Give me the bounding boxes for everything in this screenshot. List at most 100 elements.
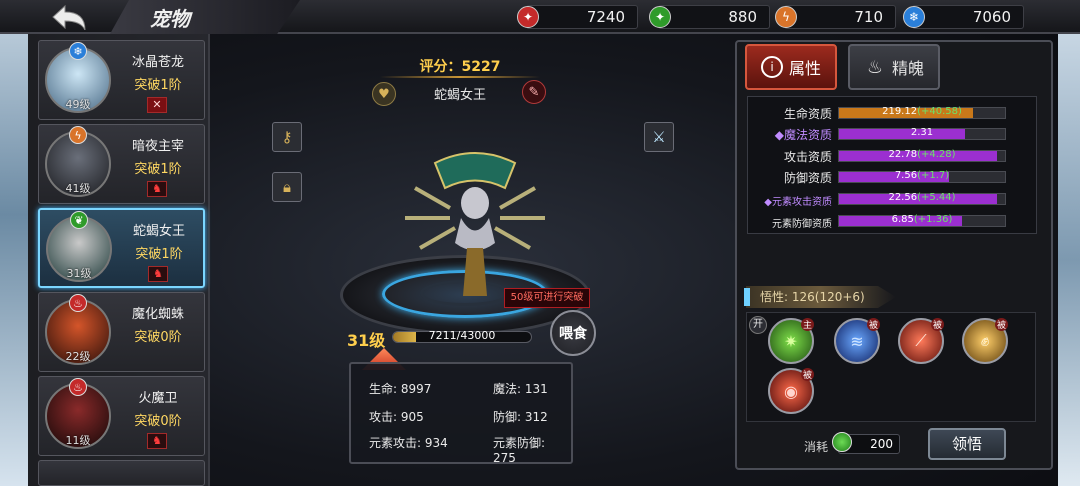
pet-stats-box: 生命: 8997 魔法: 131 攻击: 905 防御: 312 元素攻击: 9… — [349, 362, 573, 465]
close-badge-icon[interactable]: ✕ — [147, 97, 167, 113]
skill-tag: 主 — [800, 318, 814, 331]
pet-model-scorpion-queen — [405, 152, 545, 296]
lock-icon: 🔒︎ — [283, 178, 291, 196]
aptitude-row-attack: 攻击资质 22.78(+4.28) — [748, 146, 1038, 166]
aptitude-bonus: (+40.58) — [917, 106, 962, 117]
resource-value: 7240 — [586, 8, 625, 26]
wisdom-marker — [744, 288, 750, 306]
pet-level: 49级 — [65, 98, 91, 111]
pet-card-demon-spider[interactable]: ♨ 22级 魔化蜘蛛 突破0阶 — [38, 292, 205, 372]
rename-feather-icon[interactable]: ✎ — [522, 80, 546, 104]
info-icon: i — [760, 56, 783, 78]
aptitude-value: 22.78(+4.28) — [838, 149, 1006, 160]
open-tag[interactable]: 开 — [749, 316, 767, 334]
aptitude-label: 生命资质 — [783, 107, 832, 121]
tab-label: 精魄 — [891, 59, 924, 78]
green-star-skill-icon: ✷ — [784, 331, 798, 351]
exp-text: 7211/43000 — [428, 329, 496, 342]
skill-slot-4[interactable]: ✊︎ 被 — [962, 318, 1008, 364]
pet-stage: 突破1阶 — [134, 78, 182, 93]
pet-level: 31级 — [66, 267, 92, 280]
aptitude-label: 防御资质 — [783, 171, 832, 185]
aptitude-bonus: (+1.7) — [917, 170, 950, 181]
stat-defense: 防御: 312 — [493, 410, 548, 424]
pet-stage: 突破1阶 — [135, 247, 183, 262]
scenery-right-edge — [1058, 34, 1080, 486]
pet-level: 41级 — [65, 182, 91, 195]
equipment-button[interactable]: ⚔ — [644, 122, 674, 152]
back-button[interactable] — [36, 0, 106, 34]
comprehend-button[interactable]: 领悟 — [928, 428, 1006, 460]
skill-tag: 被 — [930, 318, 944, 331]
pet-name: 暗夜主宰 — [131, 139, 184, 154]
pet-card-dark-lord[interactable]: ϟ 41级 暗夜主宰 突破1阶 ♞ — [38, 124, 205, 204]
aptitude-base: 2.31 — [910, 127, 934, 138]
aptitude-row-element-defense: 元素防御资质 6.85(+1.36) — [748, 211, 1038, 231]
aptitude-label: ◆魔法资质 — [774, 128, 832, 142]
aptitude-bonus: (+5.44) — [917, 192, 956, 203]
pet-level: 22级 — [65, 350, 91, 363]
aptitude-row-element-attack: ◆元素攻击资质 22.56(+5.44) — [748, 189, 1038, 209]
tab-label: 属性 — [788, 59, 821, 78]
key-icon: ⚷ — [281, 128, 293, 146]
skill-slot-2[interactable]: ≋ 被 — [834, 318, 880, 364]
blue-claw-skill-icon: ≋ — [850, 331, 864, 351]
back-arrow-icon — [52, 4, 86, 30]
resource-green-gem: ✦ 880 — [649, 5, 770, 29]
red-orb-skill-icon: ◉ — [784, 381, 798, 401]
pet-display-name: 蛇蝎女王 — [433, 88, 486, 103]
resource-lightning: ϟ 710 — [775, 5, 896, 29]
aptitude-base: 219.12 — [882, 106, 918, 117]
pet-name: 火魔卫 — [138, 391, 178, 406]
aptitude-base: 22.56 — [888, 192, 918, 203]
aptitude-label: 攻击资质 — [783, 150, 832, 164]
skill-slot-3[interactable]: ⟋ 被 — [898, 318, 944, 364]
sword-icon: ⚔ — [652, 128, 666, 146]
skill-slot-5[interactable]: ◉ 被 — [768, 368, 814, 414]
aptitude-bonus: (+1.36) — [913, 214, 953, 225]
snowflake-icon: ❄ — [69, 42, 87, 60]
resource-value: 880 — [728, 8, 757, 26]
aptitude-row-mp: ◆魔法资质 2.31 — [748, 124, 1038, 144]
fire-icon: ♨ — [69, 294, 87, 312]
key-button[interactable]: ⚷ — [272, 122, 302, 152]
heart-icon[interactable]: ♥ — [372, 82, 396, 106]
resource-value: 710 — [854, 8, 883, 26]
aptitude-label: ◆元素攻击资质 — [764, 197, 832, 208]
page-title: 宠物 — [150, 6, 190, 31]
pet-card-scorpion-queen[interactable]: ❦ 31级 蛇蝎女王 突破1阶 ♞ — [38, 208, 205, 288]
red-slash-skill-icon: ⟋ — [915, 331, 927, 350]
stat-attack: 攻击: 905 — [369, 410, 424, 424]
pet-stage: 突破0阶 — [134, 414, 182, 429]
cost-label: 消耗 — [804, 440, 829, 454]
stat-element-attack: 元素攻击: 934 — [369, 436, 448, 450]
lock-button[interactable]: 🔒︎ — [272, 172, 302, 202]
pet-level-display: 31级 — [347, 331, 386, 350]
aptitude-base: 22.78 — [888, 149, 918, 160]
demon-badge-icon: ♞ — [148, 266, 168, 282]
green-gem-icon: ✦ — [649, 6, 671, 28]
aptitude-row-hp: 生命资质 219.12(+40.58) — [748, 103, 1038, 123]
aptitude-base: 7.56 — [894, 170, 918, 181]
skill-slot-1[interactable]: ✷ 主 — [768, 318, 814, 364]
score-divider — [380, 76, 540, 78]
tab-attributes[interactable]: i 属性 — [745, 44, 837, 90]
pet-card-partial[interactable] — [38, 460, 205, 486]
stat-element-defense: 元素防御: 275 — [493, 436, 546, 465]
scenery-left-edge — [0, 34, 28, 486]
pet-name: 魔化蜘蛛 — [131, 307, 184, 322]
skill-tag: 被 — [800, 368, 814, 381]
tab-spirit[interactable]: ♨ 精魄 — [848, 44, 940, 90]
aptitude-bonus: (+4.28) — [917, 149, 956, 160]
fist-skill-icon: ✊︎ — [980, 331, 990, 350]
demon-badge-icon: ♞ — [147, 181, 167, 197]
pet-card-ice-dragon[interactable]: ❄ 49级 冰晶苍龙 突破1阶 ✕ — [38, 40, 205, 120]
pet-card-fire-guard[interactable]: ♨ 11级 火魔卫 突破0阶 ♞ — [38, 376, 205, 456]
flame-icon: ♨ — [866, 56, 884, 78]
demon-badge-icon: ♞ — [147, 433, 167, 449]
resource-snowflake: ❄ 7060 — [903, 5, 1024, 29]
lightning-icon: ϟ — [69, 126, 87, 144]
feed-button[interactable]: 喂食 — [550, 310, 596, 356]
resource-red-gem: ✦ 7240 — [517, 5, 638, 29]
red-gem-icon: ✦ — [517, 6, 539, 28]
